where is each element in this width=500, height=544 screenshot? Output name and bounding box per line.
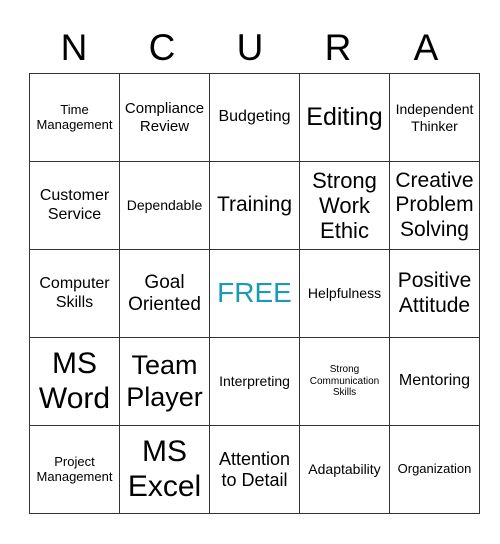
header-letter: A <box>413 27 439 68</box>
bingo-cell[interactable]: Goal Oriented <box>119 249 210 338</box>
bingo-cell[interactable]: Budgeting <box>209 73 300 162</box>
bingo-cell[interactable]: Mentoring <box>389 337 480 426</box>
header-letter: R <box>324 27 352 68</box>
bingo-cell[interactable]: MS Excel <box>119 425 210 514</box>
bingo-row: Customer Service Dependable Training Strong… <box>29 161 480 250</box>
bingo-cell[interactable]: Strong Communication Skills <box>299 337 390 426</box>
bingo-grid: Time Management Compliance Review Budgetin… <box>29 73 480 514</box>
bingo-cell[interactable]: Attention to Detail <box>209 425 300 514</box>
bingo-cell[interactable]: MS Word <box>29 337 120 426</box>
bingo-cell[interactable]: Team Player <box>119 337 210 426</box>
bingo-cell[interactable]: Dependable <box>119 161 210 250</box>
bingo-cell[interactable]: Project Management <box>29 425 120 514</box>
bingo-cell[interactable]: Interpreting <box>209 337 300 426</box>
bingo-cell[interactable]: Helpfulness <box>299 249 390 338</box>
bingo-cell[interactable]: Editing <box>299 73 390 162</box>
bingo-cell[interactable]: Strong Work Ethic <box>299 161 390 250</box>
header-letter: N <box>60 27 88 68</box>
header-letter: U <box>236 27 264 68</box>
bingo-cell[interactable]: Computer Skills <box>29 249 120 338</box>
free-space[interactable]: FREE <box>209 249 300 338</box>
bingo-cell[interactable]: Independent Thinker <box>389 73 480 162</box>
bingo-cell[interactable]: Organization <box>389 425 480 514</box>
bingo-cell[interactable]: Compliance Review <box>119 73 210 162</box>
bingo-row: MS Word Team Player Interpreting Strong Com… <box>29 337 480 426</box>
bingo-row: Time Management Compliance Review Budgetin… <box>29 73 480 162</box>
bingo-cell[interactable]: Positive Attitude <box>389 249 480 338</box>
bingo-cell[interactable]: Adaptability <box>299 425 390 514</box>
bingo-cell[interactable]: Customer Service <box>29 161 120 250</box>
bingo-row: Computer Skills Goal Oriented FREE Helpfuln… <box>29 249 480 338</box>
header-letter: C <box>148 27 176 68</box>
bingo-row: Project Management MS Excel Attention to D… <box>29 425 480 514</box>
bingo-cell[interactable]: Training <box>209 161 300 250</box>
bingo-cell[interactable]: Creative Problem Solving <box>389 161 480 250</box>
bingo-header: N C U R A <box>30 26 470 70</box>
bingo-cell[interactable]: Time Management <box>29 73 120 162</box>
